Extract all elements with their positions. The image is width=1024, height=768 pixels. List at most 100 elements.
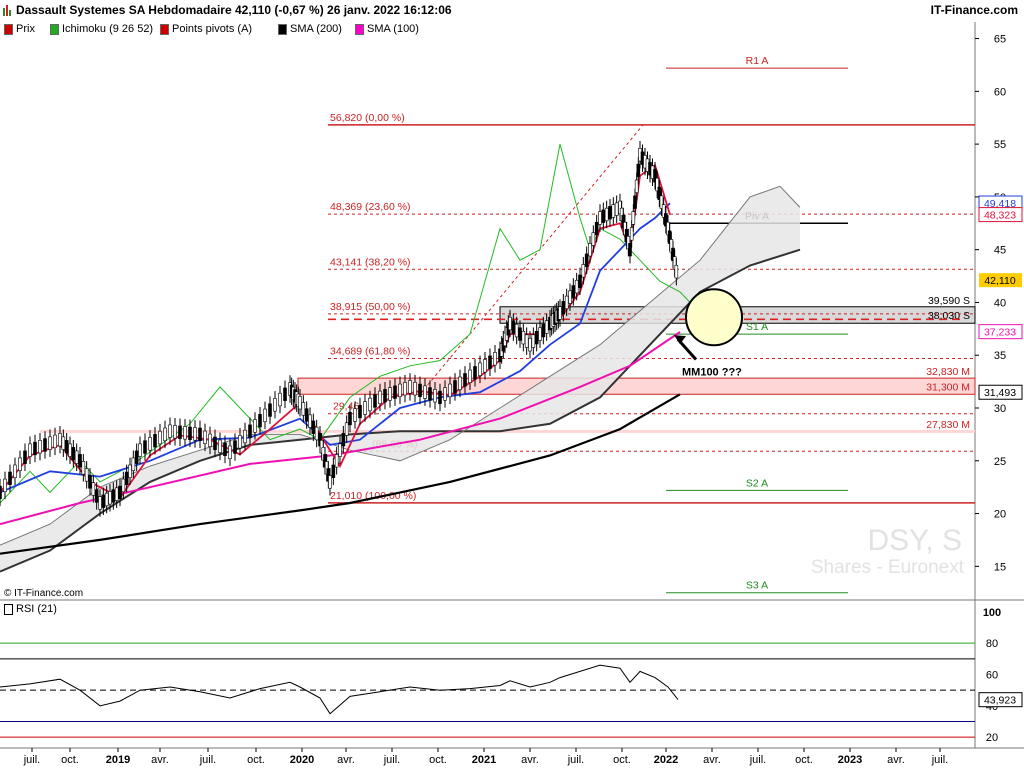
fib-label: 43,141 (38,20 %) <box>330 256 411 268</box>
candle-body <box>304 408 309 422</box>
candle-body <box>344 422 349 436</box>
candle-body <box>438 390 442 405</box>
candle-body <box>584 253 589 267</box>
candle-body <box>463 373 467 387</box>
candle-body <box>238 435 242 449</box>
candle-body <box>418 383 422 398</box>
candle-body <box>518 327 522 341</box>
candle-body <box>233 440 237 454</box>
candle-body <box>183 426 187 440</box>
pivot-label: S3 A <box>746 580 768 592</box>
highlight-circle <box>685 288 743 347</box>
x-tick-label: oct. <box>429 754 447 766</box>
candle-body <box>124 471 129 486</box>
rsi-label: RSI (21) <box>16 603 57 615</box>
x-tick-label: 2019 <box>106 754 130 766</box>
y-tick-label: 45 <box>994 245 1006 257</box>
candle-body <box>574 279 579 294</box>
candle-body <box>71 447 76 461</box>
rsi-last-label: 43,923 <box>984 695 1016 707</box>
price-tag-label: 42,110 <box>984 275 1015 287</box>
candle-body <box>78 454 82 468</box>
x-tick-label: avr. <box>337 754 355 766</box>
candle-body <box>173 425 177 439</box>
candle-body <box>111 489 116 503</box>
candle-body <box>168 424 172 438</box>
candle-body <box>388 387 392 401</box>
candle-body <box>81 461 86 475</box>
y-tick-label: 65 <box>994 34 1006 46</box>
candle-body <box>521 330 526 345</box>
x-tick-label: 2020 <box>290 754 314 766</box>
fib-label: 48,369 (23,60 %) <box>330 201 411 213</box>
candle-body <box>594 221 599 236</box>
candle-body <box>118 485 122 500</box>
candle-body <box>393 385 397 399</box>
candle-body <box>348 411 352 426</box>
candle-body <box>531 334 536 348</box>
candle-body <box>633 195 637 209</box>
candle-body <box>178 425 182 439</box>
candle-body <box>74 450 79 464</box>
rsi-tick-label: 20 <box>986 732 998 744</box>
candle-body <box>353 408 357 422</box>
candle-body <box>528 338 532 352</box>
candle-body <box>138 443 142 457</box>
rsi-line <box>0 664 679 715</box>
candle-body <box>298 396 302 410</box>
candle-body <box>331 464 336 478</box>
x-tick-label: avr. <box>151 754 169 766</box>
candle-body <box>104 492 109 507</box>
candle-body <box>153 434 157 448</box>
rsi-tick-label: 80 <box>986 638 998 650</box>
candle-body <box>53 434 57 449</box>
candle-body <box>258 414 262 428</box>
candle-body <box>453 380 457 394</box>
zone-top-label: 27,830 M <box>926 419 970 431</box>
x-tick-label: juil. <box>931 754 949 766</box>
y-tick-label: 60 <box>994 86 1006 98</box>
fib-label: 38,915 (50,00 %) <box>330 301 411 313</box>
price-tag-label: 31,493 <box>984 387 1016 399</box>
candle-body <box>311 420 316 434</box>
candle-body <box>278 392 282 407</box>
zone-top-label: 32,830 M <box>926 366 970 378</box>
y-tick-label: 40 <box>994 297 1006 309</box>
candle-body <box>163 427 167 442</box>
candle-body <box>43 438 47 452</box>
x-tick-label: oct. <box>61 754 79 766</box>
candle-body <box>448 383 452 398</box>
rsi-swatch <box>4 603 13 615</box>
candle-body <box>629 227 634 241</box>
candle-body <box>114 487 119 501</box>
y-tick-label: 15 <box>994 561 1006 573</box>
price-tag-label: 37,233 <box>984 327 1016 339</box>
x-tick-label: oct. <box>795 754 813 766</box>
x-tick-label: avr. <box>887 754 905 766</box>
candle-body <box>544 320 549 334</box>
candle-body <box>283 387 287 401</box>
x-tick-label: avr. <box>703 754 721 766</box>
candle-body <box>108 491 112 505</box>
watermark-subtitle: Shares - Euronext <box>811 557 965 578</box>
candle-body <box>458 376 462 391</box>
price-tag-label: 48,323 <box>984 210 1016 222</box>
rsi-tick-label: 60 <box>986 670 998 682</box>
candle-body <box>158 430 162 445</box>
candle-body <box>301 402 306 416</box>
candle-body <box>581 264 586 278</box>
candle-body <box>131 457 136 471</box>
candle-body <box>604 207 609 222</box>
candle-body <box>468 369 472 383</box>
candle-body <box>558 306 562 320</box>
candle-body <box>591 232 596 246</box>
candle-body <box>443 387 447 401</box>
fib-label: 34,689 (61,80 %) <box>330 346 411 358</box>
candle-body <box>368 397 372 412</box>
y-tick-label: 35 <box>994 350 1006 362</box>
candle-body <box>614 202 619 216</box>
pivot-label: R1 A <box>746 55 769 67</box>
candle-body <box>564 295 569 310</box>
fib-label: 56,820 (0,00 %) <box>330 112 405 124</box>
candle-body <box>561 301 566 315</box>
